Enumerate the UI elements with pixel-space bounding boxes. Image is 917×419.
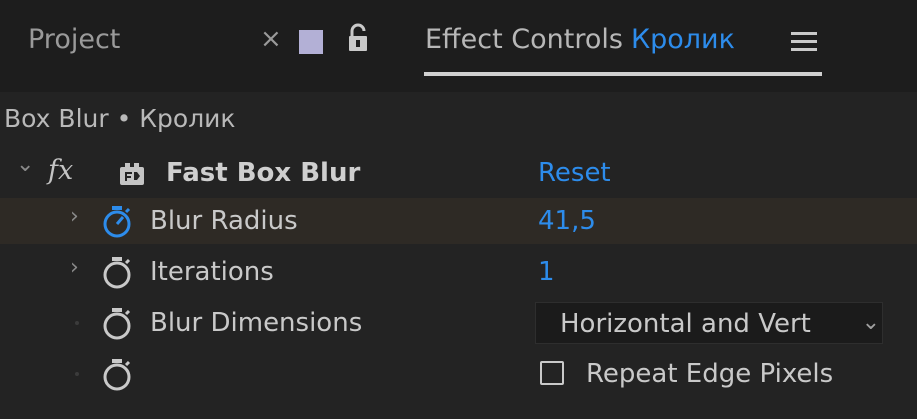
effect-row-fast-box-blur[interactable]: ⌄ fx Fast Box Blur Reset [0, 150, 917, 196]
stopwatch-icon[interactable] [102, 256, 132, 290]
property-row-blur-radius[interactable]: › Blur Radius 41,5 [0, 198, 917, 244]
stopwatch-icon[interactable] [102, 307, 132, 341]
chevron-down-icon: ⌄ [861, 310, 880, 335]
tab-project[interactable]: Project [28, 24, 120, 55]
property-row-repeat-edge-pixels[interactable]: Repeat Edge Pixels [0, 351, 917, 397]
expand-chevron-down-icon[interactable]: ⌄ [16, 152, 34, 177]
checkbox-label: Repeat Edge Pixels [586, 359, 834, 389]
hamburger-menu-icon[interactable] [791, 32, 817, 52]
property-row-iterations[interactable]: › Iterations 1 [0, 249, 917, 295]
fx-toggle-icon[interactable]: fx [48, 155, 73, 186]
effect-controls-panel: Project × Effect Controls Кролик Box Blur… [0, 0, 917, 419]
blur-dimensions-dropdown[interactable]: Horizontal and Vert ⌄ [535, 302, 883, 344]
effect-name: Fast Box Blur [166, 158, 361, 188]
breadcrumb: Box Blur • Кролик [4, 104, 236, 133]
indent-dot [75, 372, 79, 376]
label-color-swatch[interactable] [299, 30, 323, 54]
property-label: Blur Radius [150, 206, 298, 236]
lock-icon[interactable] [347, 23, 369, 53]
iterations-value[interactable]: 1 [538, 257, 555, 287]
tab-layer-name: Кролик [630, 24, 735, 55]
effect-badge-icon [120, 163, 144, 185]
stopwatch-icon[interactable] [102, 358, 132, 392]
repeat-edge-pixels-checkbox[interactable] [540, 361, 564, 385]
property-label: Iterations [150, 257, 274, 287]
property-row-blur-dimensions[interactable]: Blur Dimensions Horizontal and Vert ⌄ [0, 300, 917, 346]
active-tab-indicator [424, 72, 822, 76]
panel-tab-bar: Project × Effect Controls Кролик [0, 0, 917, 92]
indent-dot [75, 321, 79, 325]
stopwatch-icon[interactable] [102, 205, 132, 239]
property-label: Blur Dimensions [150, 308, 363, 338]
tab-effect-controls-label: Effect Controls [425, 24, 623, 55]
dropdown-selected-value: Horizontal and Vert [560, 309, 811, 339]
close-tab-icon[interactable]: × [260, 24, 282, 54]
expand-chevron-right-icon[interactable]: › [70, 255, 79, 280]
tab-effect-controls[interactable]: Effect Controls Кролик [425, 24, 735, 55]
expand-chevron-right-icon[interactable]: › [70, 204, 79, 229]
blur-radius-value[interactable]: 41,5 [538, 206, 596, 236]
reset-button[interactable]: Reset [538, 158, 611, 188]
